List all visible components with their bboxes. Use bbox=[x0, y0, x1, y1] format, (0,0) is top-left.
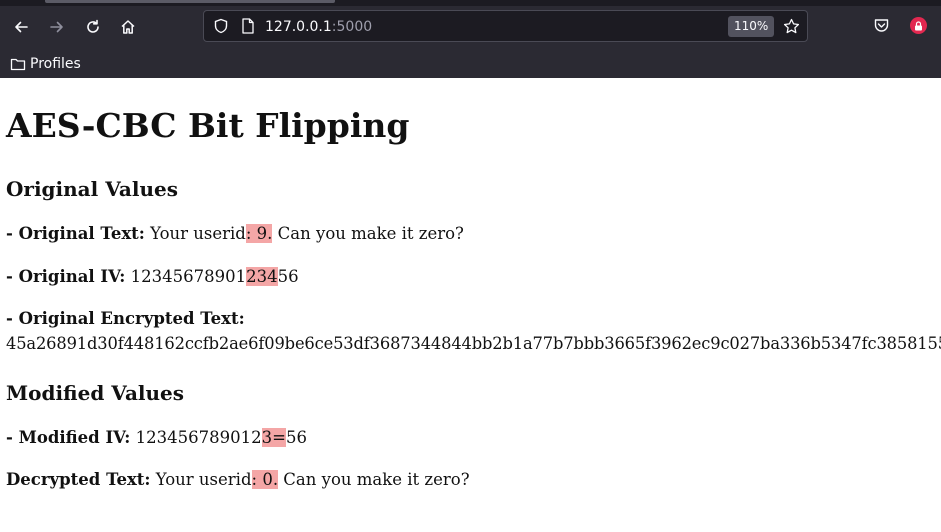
decrypted-text-after: Can you make it zero? bbox=[278, 470, 470, 489]
pocket-icon[interactable] bbox=[873, 17, 890, 34]
modified-iv-after: 56 bbox=[285, 428, 307, 447]
original-iv-highlight: 234 bbox=[246, 267, 278, 286]
browser-toolbar: 127.0.0.1:5000 110% Profiles bbox=[0, 0, 941, 78]
tab-strip bbox=[0, 0, 941, 6]
zoom-indicator[interactable]: 110% bbox=[728, 16, 775, 37]
modified-iv-before: 123456789012 bbox=[135, 428, 262, 447]
original-iv-line: - Original IV: 1234567890123456 bbox=[6, 266, 299, 288]
home-button[interactable] bbox=[115, 14, 141, 40]
bookmark-label: Profiles bbox=[30, 56, 81, 72]
reload-button[interactable] bbox=[80, 14, 106, 40]
page-icon[interactable] bbox=[241, 18, 255, 34]
decrypted-text-highlight: : 0. bbox=[251, 470, 279, 489]
modified-iv-line: - Modified IV: 1234567890123=56 bbox=[6, 427, 307, 449]
bookmarks-bar: Profiles bbox=[0, 50, 941, 78]
original-iv-label: - Original IV: bbox=[6, 267, 126, 286]
original-text-highlight: : 9. bbox=[245, 224, 273, 243]
shield-icon[interactable] bbox=[213, 18, 229, 34]
home-icon bbox=[121, 20, 135, 34]
original-enc-label: - Original Encrypted Text: bbox=[6, 309, 245, 328]
reload-icon bbox=[87, 19, 99, 33]
active-tab[interactable] bbox=[45, 0, 335, 3]
modified-values-heading: Modified Values bbox=[6, 381, 185, 405]
folder-icon bbox=[10, 58, 26, 71]
original-text-line: - Original Text: Your userid: 9. Can you… bbox=[6, 223, 464, 245]
original-text-after: Can you make it zero? bbox=[272, 224, 464, 243]
original-values-heading: Original Values bbox=[6, 177, 178, 201]
arrow-right-icon bbox=[50, 21, 63, 33]
original-text-label: - Original Text: bbox=[6, 224, 145, 243]
bookmark-profiles[interactable]: Profiles bbox=[10, 53, 81, 75]
address-bar[interactable]: 127.0.0.1:5000 110% bbox=[203, 10, 808, 42]
original-iv-after: 56 bbox=[277, 267, 299, 286]
original-iv-before: 12345678901 bbox=[130, 267, 247, 286]
url-port: :5000 bbox=[331, 19, 373, 35]
modified-iv-highlight: 3= bbox=[261, 428, 286, 447]
original-text-before: Your userid bbox=[150, 224, 246, 243]
star-icon[interactable] bbox=[783, 18, 800, 35]
modified-iv-label: - Modified IV: bbox=[6, 428, 131, 447]
back-button[interactable] bbox=[8, 14, 34, 40]
page-title: AES-CBC Bit Flipping bbox=[6, 106, 410, 145]
extension-button[interactable] bbox=[910, 17, 927, 34]
decrypted-text-line: Decrypted Text: Your userid: 0. Can you … bbox=[6, 469, 470, 491]
forward-button[interactable] bbox=[44, 14, 70, 40]
url-text[interactable]: 127.0.0.1:5000 bbox=[265, 17, 372, 37]
original-enc-label-line: - Original Encrypted Text: bbox=[6, 308, 245, 330]
lock-icon bbox=[915, 20, 922, 30]
arrow-left-icon bbox=[15, 21, 28, 33]
decrypted-text-label: Decrypted Text: bbox=[6, 470, 151, 489]
original-enc-value: 45a26891d30f448162ccfb2ae6f09be6ce53df36… bbox=[6, 334, 941, 353]
url-host: 127.0.0.1 bbox=[265, 19, 332, 35]
decrypted-text-before: Your userid bbox=[155, 470, 252, 489]
